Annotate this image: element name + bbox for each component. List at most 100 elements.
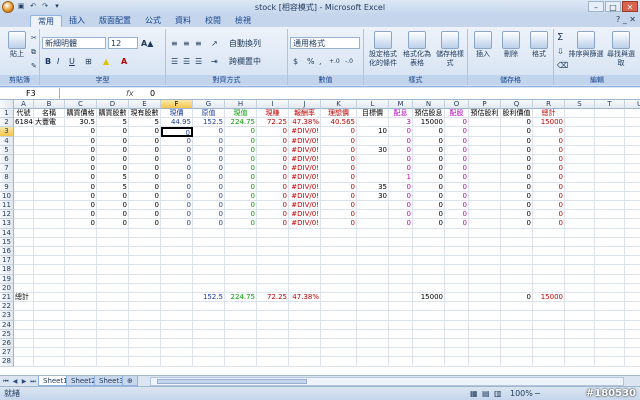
cell-C3[interactable]: 0 — [65, 127, 97, 137]
cell-I18[interactable] — [257, 265, 289, 275]
cell-D10[interactable]: 0 — [97, 191, 129, 201]
cell-O17[interactable] — [445, 256, 469, 266]
cell-T27[interactable] — [595, 348, 625, 358]
cell-B6[interactable] — [34, 155, 65, 165]
cell-G16[interactable] — [193, 247, 225, 257]
cell-A2[interactable]: 6184 — [14, 118, 34, 128]
tab-review[interactable]: 校閱 — [198, 15, 228, 27]
cell-P19[interactable] — [469, 274, 501, 284]
cell-H10[interactable]: 0 — [225, 191, 257, 201]
cell-I20[interactable] — [257, 283, 289, 293]
cell-M11[interactable]: 0 — [389, 201, 413, 211]
cell-F7[interactable]: 0 — [161, 164, 193, 174]
cell-R20[interactable] — [533, 283, 565, 293]
cell-J28[interactable] — [289, 357, 321, 367]
cell-K25[interactable] — [321, 329, 357, 339]
cell-S19[interactable] — [565, 274, 595, 284]
cell-I1[interactable]: 現賺 — [257, 109, 289, 119]
cell-U16[interactable] — [625, 247, 640, 257]
cell-F6[interactable]: 0 — [161, 155, 193, 165]
cell-C6[interactable]: 0 — [65, 155, 97, 165]
cell-E1[interactable]: 現有股數 — [129, 109, 161, 119]
zoom-out-button[interactable]: − — [534, 387, 541, 400]
cell-U17[interactable] — [625, 256, 640, 266]
cell-R17[interactable] — [533, 256, 565, 266]
cell-N11[interactable]: 0 — [413, 201, 445, 211]
cell-Q24[interactable] — [501, 320, 533, 330]
cell-H8[interactable]: 0 — [225, 173, 257, 183]
row-header-9[interactable]: 9 — [0, 182, 14, 192]
cell-G18[interactable] — [193, 265, 225, 275]
cell-Q13[interactable]: 0 — [501, 219, 533, 229]
cell-M5[interactable]: 0 — [389, 145, 413, 155]
row-header-13[interactable]: 13 — [0, 219, 14, 229]
cell-L18[interactable] — [357, 265, 389, 275]
cell-F24[interactable] — [161, 320, 193, 330]
cell-D20[interactable] — [97, 283, 129, 293]
cell-Q27[interactable] — [501, 348, 533, 358]
cell-L28[interactable] — [357, 357, 389, 367]
cell-B24[interactable] — [34, 320, 65, 330]
row-header-3[interactable]: 3 — [0, 127, 14, 137]
cell-Q22[interactable] — [501, 302, 533, 312]
cell-D22[interactable] — [97, 302, 129, 312]
cell-R18[interactable] — [533, 265, 565, 275]
cell-N18[interactable] — [413, 265, 445, 275]
cell-O11[interactable]: 0 — [445, 201, 469, 211]
cell-F25[interactable] — [161, 329, 193, 339]
cell-S10[interactable] — [565, 191, 595, 201]
prev-sheet-icon[interactable]: ◀ — [11, 377, 19, 386]
cell-L1[interactable]: 目標價 — [357, 109, 389, 119]
cell-Q9[interactable]: 0 — [501, 182, 533, 192]
cell-P4[interactable] — [469, 136, 501, 146]
cell-M12[interactable]: 0 — [389, 210, 413, 220]
cell-P12[interactable] — [469, 210, 501, 220]
cell-O24[interactable] — [445, 320, 469, 330]
cell-Q19[interactable] — [501, 274, 533, 284]
cell-O25[interactable] — [445, 329, 469, 339]
cell-K8[interactable]: 0 — [321, 173, 357, 183]
cell-M21[interactable] — [389, 293, 413, 303]
cell-S15[interactable] — [565, 237, 595, 247]
cell-P3[interactable] — [469, 127, 501, 137]
col-header-D[interactable]: D — [97, 100, 129, 109]
cell-G6[interactable]: 0 — [193, 155, 225, 165]
cell-L16[interactable] — [357, 247, 389, 257]
cell-J21[interactable]: 47.38% — [289, 293, 321, 303]
cell-U27[interactable] — [625, 348, 640, 358]
cell-T24[interactable] — [595, 320, 625, 330]
cell-B19[interactable] — [34, 274, 65, 284]
cell-T16[interactable] — [595, 247, 625, 257]
cell-N23[interactable] — [413, 311, 445, 321]
cell-H12[interactable]: 0 — [225, 210, 257, 220]
cell-E28[interactable] — [129, 357, 161, 367]
cell-T13[interactable] — [595, 219, 625, 229]
formula-input[interactable]: 0 — [150, 88, 155, 100]
cell-Q26[interactable] — [501, 339, 533, 349]
cell-A4[interactable] — [14, 136, 34, 146]
cell-A24[interactable] — [14, 320, 34, 330]
cell-F18[interactable] — [161, 265, 193, 275]
bold-button[interactable]: B — [44, 55, 52, 67]
cell-D26[interactable] — [97, 339, 129, 349]
cell-M18[interactable] — [389, 265, 413, 275]
redo-icon[interactable]: ↷ — [40, 1, 50, 11]
cell-G26[interactable] — [193, 339, 225, 349]
cell-N26[interactable] — [413, 339, 445, 349]
cell-T11[interactable] — [595, 201, 625, 211]
cell-O27[interactable] — [445, 348, 469, 358]
cell-M27[interactable] — [389, 348, 413, 358]
cell-N3[interactable]: 0 — [413, 127, 445, 137]
align-bottom-icon[interactable]: ≡ — [194, 37, 203, 49]
cell-J3[interactable]: #DIV/0! — [289, 127, 321, 137]
cell-A13[interactable] — [14, 219, 34, 229]
cell-J7[interactable]: #DIV/0! — [289, 164, 321, 174]
cell-R11[interactable]: 0 — [533, 201, 565, 211]
cell-U21[interactable] — [625, 293, 640, 303]
cell-G5[interactable]: 0 — [193, 145, 225, 155]
cell-B18[interactable] — [34, 265, 65, 275]
cell-S12[interactable] — [565, 210, 595, 220]
cell-H1[interactable]: 現值 — [225, 109, 257, 119]
indent-icon[interactable]: ⇥ — [210, 55, 219, 67]
cell-S7[interactable] — [565, 164, 595, 174]
